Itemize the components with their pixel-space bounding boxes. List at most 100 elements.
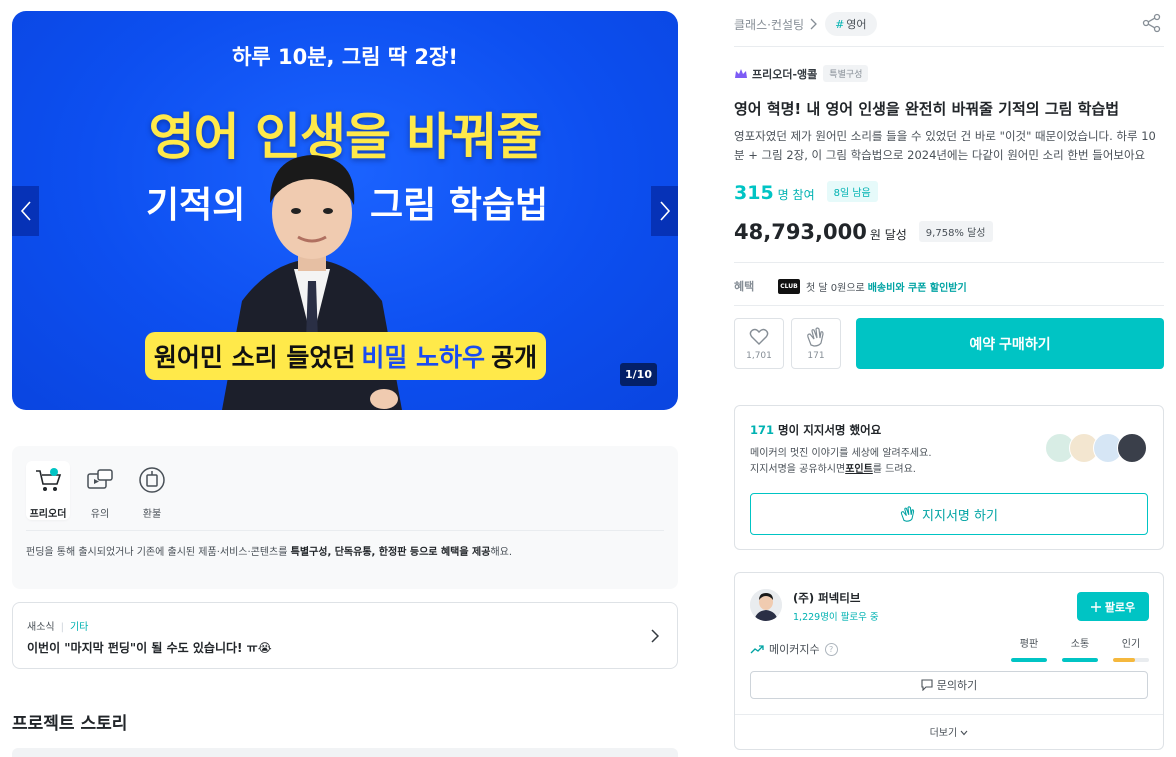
project-badge: 특별구성 [823, 65, 869, 82]
chat-icon [921, 679, 933, 691]
banner-prev-button[interactable] [12, 186, 39, 236]
divider [734, 46, 1164, 47]
info-item-label: 프리오더 [29, 509, 67, 520]
maker-avatar[interactable] [750, 589, 782, 621]
info-desc-bold: 특별구성, 단독유통, 한정판 등으로 혜택을 제공 [290, 547, 491, 558]
funding-info-box: 프리오더 유의 환불 펀딩을 통해 출시되었거나 기존에 출시된 제품·서비스·… [12, 446, 678, 589]
metric-communication: 소통 [1062, 635, 1098, 662]
info-item-label: 유의 [90, 509, 110, 520]
support-count-line: 171 명이 지지서명 했어요 [750, 422, 881, 438]
heart-icon [749, 328, 769, 345]
benefit-row: 혜택 CLUB 첫 달 0원으로 배송비와 쿠폰 할인받기 [734, 278, 967, 294]
news-title: 이번이 "마지막 펀딩"이 될 수도 있습니다! ㅠ😭 [27, 641, 272, 655]
metric-label: 소통 [1070, 639, 1090, 650]
chevron-right-icon [651, 629, 659, 643]
project-maker-tag: 프리오더-앵콜 [752, 67, 818, 81]
support-signature-card: 171 명이 지지서명 했어요 메이커의 멋진 이야기를 세상에 알려주세요. … [734, 405, 1164, 550]
amount-unit: 원 달성 [869, 228, 907, 242]
inquiry-button[interactable]: 문의하기 [750, 671, 1148, 699]
desc-pre: 지지서명을 공유하시면 [750, 464, 846, 475]
desc-bold: 포인트 [845, 464, 873, 475]
info-item-preorder[interactable]: 프리오더 [26, 461, 70, 520]
breadcrumb: 클래스·컨설팅 # 영어 [734, 12, 877, 36]
maker-index: 메이커지수 ? [750, 641, 838, 657]
divider [734, 305, 1164, 306]
club-logo: CLUB [778, 278, 800, 294]
support-count: 171 [750, 423, 775, 437]
maker-name[interactable]: (주) 퍼넥티브 [793, 590, 860, 606]
crown-icon [735, 68, 747, 78]
divider [734, 262, 1164, 263]
reserve-purchase-button[interactable]: 예약 구매하기 [856, 318, 1164, 369]
avatar [1117, 433, 1147, 463]
info-item-refund[interactable]: 환불 [130, 461, 174, 520]
divider [735, 714, 1163, 715]
share-button[interactable] [1140, 12, 1164, 34]
divider [26, 530, 664, 531]
support-sign-label: 지지서명 하기 [922, 508, 998, 524]
cart-icon [36, 468, 62, 491]
maker-avatar-image [750, 589, 782, 621]
hash-symbol: # [835, 18, 845, 31]
news-tags: 새소식 | 기타 [27, 618, 88, 633]
info-tabs: 프리오더 유의 환불 [26, 461, 174, 520]
info-item-label: 환불 [142, 509, 162, 520]
achievement-badge: 9,758% 달성 [918, 221, 993, 242]
project-summary: 영포자였던 제가 원어민 소리를 들을 수 있었던 건 바로 "이것" 때문이었… [734, 129, 1156, 162]
participants-unit: 명 참여 [777, 188, 815, 202]
banner-next-button[interactable] [651, 186, 678, 236]
plus-icon [1090, 601, 1101, 612]
follow-button[interactable]: 팔로우 [1077, 592, 1149, 621]
banner-pill: 원어민 소리 들었던 비밀 노하우 공개 [145, 332, 546, 380]
tag-separator: | [60, 622, 64, 633]
participants-stat: 315 명 참여 8일 남음 [734, 181, 878, 205]
tag-label: 영어 [846, 18, 867, 31]
amount-value: 48,793,000 [734, 220, 867, 244]
project-label-line: 프리오더-앵콜 특별구성 [734, 65, 869, 82]
amount-stat: 48,793,000 원 달성 9,758% 달성 [734, 220, 993, 245]
metric-label: 인기 [1121, 639, 1141, 650]
project-title: 영어 혁명! 내 영어 인생을 완전히 바꿔줄 기적의 그림 학습법 [734, 100, 1120, 118]
share-icon [1142, 13, 1161, 33]
breadcrumb-tag[interactable]: # 영어 [825, 12, 877, 36]
chevron-left-icon [20, 201, 31, 221]
story-content-top [12, 748, 678, 757]
metric-fill [1011, 658, 1047, 662]
like-button[interactable]: 1,701 [734, 318, 784, 369]
info-item-caution[interactable]: 유의 [78, 461, 122, 520]
support-sign-button[interactable]: 지지서명 하기 [750, 493, 1148, 535]
trend-up-icon [750, 645, 764, 654]
maker-index-label: 메이커지수 [769, 643, 820, 656]
supporter-avatars [1045, 433, 1147, 463]
story-section-title: 프로젝트 스토리 [12, 714, 128, 734]
benefit-link[interactable]: 배송비와 쿠폰 할인받기 [868, 279, 967, 294]
more-label: 더보기 [929, 728, 958, 739]
days-left-badge: 8일 남음 [826, 181, 878, 202]
pill-text-highlight: 비밀 노하우 [361, 343, 486, 372]
info-desc-post: 해요. [490, 547, 513, 558]
metric-reputation: 평판 [1011, 635, 1047, 662]
like-count: 1,701 [746, 350, 772, 361]
banner-subheading: 하루 10분, 그림 딱 2장! [232, 45, 458, 69]
breadcrumb-category[interactable]: 클래스·컨설팅 [734, 16, 804, 33]
help-icon[interactable]: ? [824, 642, 838, 656]
pill-text-pre: 원어민 소리 들었던 [153, 343, 356, 372]
news-tag: 새소식 [27, 622, 55, 633]
news-card[interactable]: 새소식 | 기타 이번이 "마지막 펀딩"이 될 수도 있습니다! ㅠ😭 [12, 602, 678, 669]
maker-followers: 1,229명이 팔로우 중 [793, 612, 879, 623]
cheer-button[interactable]: 171 [791, 318, 841, 369]
support-count-suffix: 명이 지지서명 했어요 [778, 423, 882, 437]
main-banner[interactable]: 하루 10분, 그림 딱 2장! 영어 인생을 바꿔줄 기적의 그림 학습법 원… [12, 11, 678, 410]
pill-text-post: 공개 [491, 343, 538, 372]
support-description: 메이커의 멋진 이야기를 세상에 알려주세요. 지지서명을 공유하시면포인트를 … [750, 446, 932, 478]
metric-fill [1062, 658, 1098, 662]
desc-post: 를 드려요. [872, 464, 916, 475]
metric-bar [1011, 658, 1047, 662]
clap-icon [807, 326, 824, 347]
maker-card: (주) 퍼넥티브 1,229명이 팔로우 중 팔로우 메이커지수 ? 평판 소통… [734, 572, 1164, 750]
more-button[interactable]: 더보기 [735, 724, 1163, 739]
metric-fill [1113, 658, 1135, 662]
metric-popularity: 인기 [1113, 635, 1149, 662]
info-desc-pre: 펀딩을 통해 출시되었거나 기존에 출시된 제품·서비스·콘텐츠를 [26, 547, 291, 558]
slide-counter: 1/10 [620, 363, 657, 386]
